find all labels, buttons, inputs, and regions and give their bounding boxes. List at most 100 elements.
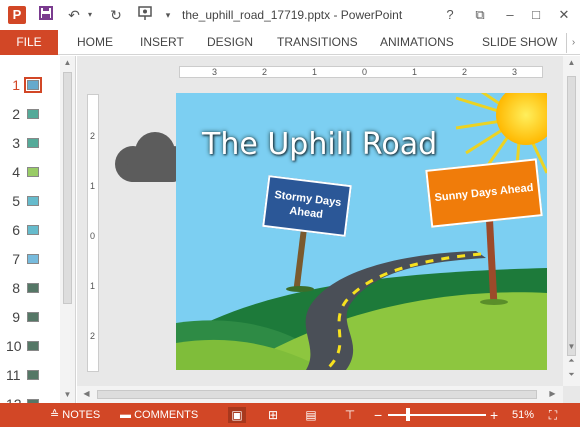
- powerpoint-logo-icon: P: [8, 6, 26, 24]
- zoom-slider-track[interactable]: [388, 414, 486, 416]
- slide-number: 9: [12, 309, 20, 325]
- horizontal-ruler: 3 2 1 0 1 2 3: [179, 66, 543, 78]
- slide-thumbnail-image: [24, 77, 42, 93]
- slide-thumbnail[interactable]: 3: [0, 132, 60, 154]
- slide-thumbnail-image: [27, 370, 39, 380]
- slide-number: 11: [6, 367, 21, 383]
- previous-slide-icon[interactable]: ⏶: [564, 356, 579, 366]
- fit-slide-icon[interactable]: ⛶: [544, 407, 562, 423]
- minimize-icon[interactable]: –: [498, 4, 522, 26]
- slide-thumbnail[interactable]: 11: [0, 364, 60, 386]
- next-slide-icon[interactable]: ⏷: [564, 370, 579, 380]
- scrollbar-thumb[interactable]: [567, 76, 576, 356]
- ruler-label: 2: [462, 67, 468, 77]
- slide-number: 3: [12, 135, 20, 151]
- undo-icon[interactable]: ↶: [64, 5, 84, 25]
- tab-animations[interactable]: ANIMATIONS: [380, 30, 454, 55]
- scroll-left-icon[interactable]: ◀: [79, 389, 94, 398]
- window-title: the_uphill_road_17719.pptx - PowerPoint: [182, 8, 403, 22]
- scroll-up-icon[interactable]: ▲: [60, 58, 75, 67]
- undo-dropdown-icon[interactable]: ▾: [84, 5, 96, 25]
- present-from-beginning-icon[interactable]: [135, 5, 155, 25]
- slide-sorter-icon[interactable]: ⊞: [264, 407, 282, 423]
- slide-canvas[interactable]: The Uphill Road Stormy Days Ahead Sunny …: [176, 93, 547, 370]
- help-icon[interactable]: ?: [438, 4, 462, 26]
- slide-thumbnail[interactable]: 5: [0, 190, 60, 212]
- comments-label: COMMENTS: [134, 409, 199, 421]
- tab-file[interactable]: FILE: [0, 30, 58, 55]
- slide-thumbnail[interactable]: 2: [0, 103, 60, 125]
- slide-number: 1: [12, 77, 20, 93]
- ruler-label: 0: [90, 231, 96, 241]
- close-icon[interactable]: ✕: [552, 4, 576, 26]
- slide-thumbnail[interactable]: 9: [0, 306, 60, 328]
- notes-icon: ≙: [50, 409, 60, 421]
- slide-thumbnail-image: [27, 138, 39, 148]
- slide-number: 7: [12, 251, 20, 267]
- editor-vertical-scrollbar[interactable]: ▲ ▼ ⏶ ⏷: [563, 56, 580, 386]
- comments-button[interactable]: ▬ COMMENTS: [120, 403, 198, 427]
- redo-icon[interactable]: ↻: [106, 5, 126, 25]
- thumbnail-scrollbar[interactable]: ▲ ▼: [60, 56, 75, 403]
- slide-thumbnail-image: [27, 167, 39, 177]
- customize-qat-icon[interactable]: ▾: [162, 5, 174, 25]
- ruler-label: 2: [262, 67, 268, 77]
- notes-button[interactable]: ≙ NOTES: [50, 403, 100, 427]
- slide-thumbnail-image: [27, 312, 39, 322]
- slide-title[interactable]: The Uphill Road: [202, 127, 437, 162]
- tab-transitions[interactable]: TRANSITIONS: [277, 30, 358, 55]
- sign-text: Sunny Days Ahead: [434, 181, 534, 205]
- scroll-up-icon[interactable]: ▲: [564, 58, 579, 67]
- reading-view-icon[interactable]: ▤: [302, 407, 320, 423]
- ruler-label: 1: [90, 181, 96, 191]
- ribbon-display-options-icon[interactable]: ⧉: [468, 4, 492, 26]
- slide-number: 2: [12, 106, 20, 122]
- editor-horizontal-scrollbar[interactable]: ◀ ▶: [77, 386, 563, 403]
- slide-show-icon[interactable]: ⊤: [341, 407, 359, 423]
- slide-thumbnail[interactable]: 7: [0, 248, 60, 270]
- notes-label: NOTES: [62, 409, 101, 421]
- zoom-slider-thumb[interactable]: [406, 408, 410, 421]
- ruler-label: 1: [90, 281, 96, 291]
- scroll-down-icon[interactable]: ▼: [564, 342, 579, 351]
- zoom-out-button[interactable]: −: [374, 403, 382, 427]
- slide-thumbnail[interactable]: 1: [0, 74, 60, 96]
- slide-thumbnail[interactable]: 8: [0, 277, 60, 299]
- status-bar: ≙ NOTES ▬ COMMENTS ▣ ⊞ ▤ ⊤ − + 51% ⛶: [0, 403, 580, 427]
- save-icon[interactable]: [36, 5, 56, 25]
- slide-number: 8: [12, 280, 20, 296]
- slide-thumbnail-image: [27, 341, 39, 351]
- ruler-label: 2: [90, 131, 96, 141]
- stormy-days-sign[interactable]: Stormy Days Ahead: [262, 175, 352, 237]
- slide-thumbnail[interactable]: 12: [0, 393, 60, 403]
- title-bar: P ↶ ▾ ↻ ▾ the_uphill_road_17719.pptx - P…: [0, 0, 580, 30]
- normal-view-icon[interactable]: ▣: [228, 407, 246, 423]
- slide-thumbnail-image: [27, 283, 39, 293]
- tab-home[interactable]: HOME: [77, 30, 113, 55]
- ruler-label: 3: [212, 67, 218, 77]
- ruler-label: 3: [512, 67, 518, 77]
- slide-thumbnail-pane: 1 2 3 4 5 6 7 8 9 10 11 12: [0, 56, 76, 403]
- maximize-icon[interactable]: □: [524, 4, 548, 26]
- zoom-level[interactable]: 51%: [512, 403, 534, 427]
- slide-editor: 3 2 1 0 1 2 3 2 1 0 1 2 The Uphill Road …: [77, 56, 580, 403]
- scroll-down-icon[interactable]: ▼: [60, 390, 75, 399]
- slide-number: 5: [12, 193, 20, 209]
- slide-thumbnail-image: [27, 254, 39, 264]
- slide-thumbnail[interactable]: 6: [0, 219, 60, 241]
- sunny-days-sign[interactable]: Sunny Days Ahead: [425, 158, 543, 228]
- ruler-label: 1: [412, 67, 418, 77]
- scrollbar-thumb[interactable]: [63, 72, 72, 304]
- slide-thumbnail[interactable]: 4: [0, 161, 60, 183]
- tab-insert[interactable]: INSERT: [140, 30, 184, 55]
- ribbon-tabs: FILE HOME INSERT DESIGN TRANSITIONS ANIM…: [0, 30, 580, 55]
- ribbon-scroll-right-icon[interactable]: ›: [566, 33, 580, 53]
- scrollbar-thumb[interactable]: [97, 390, 537, 399]
- tab-design[interactable]: DESIGN: [207, 30, 253, 55]
- slide-thumbnail[interactable]: 10: [0, 335, 60, 357]
- zoom-in-button[interactable]: +: [490, 403, 498, 427]
- ruler-label: 0: [362, 67, 368, 77]
- tab-slide-show[interactable]: SLIDE SHOW: [482, 30, 557, 55]
- scroll-right-icon[interactable]: ▶: [545, 389, 560, 398]
- slide-number: 12: [6, 396, 22, 403]
